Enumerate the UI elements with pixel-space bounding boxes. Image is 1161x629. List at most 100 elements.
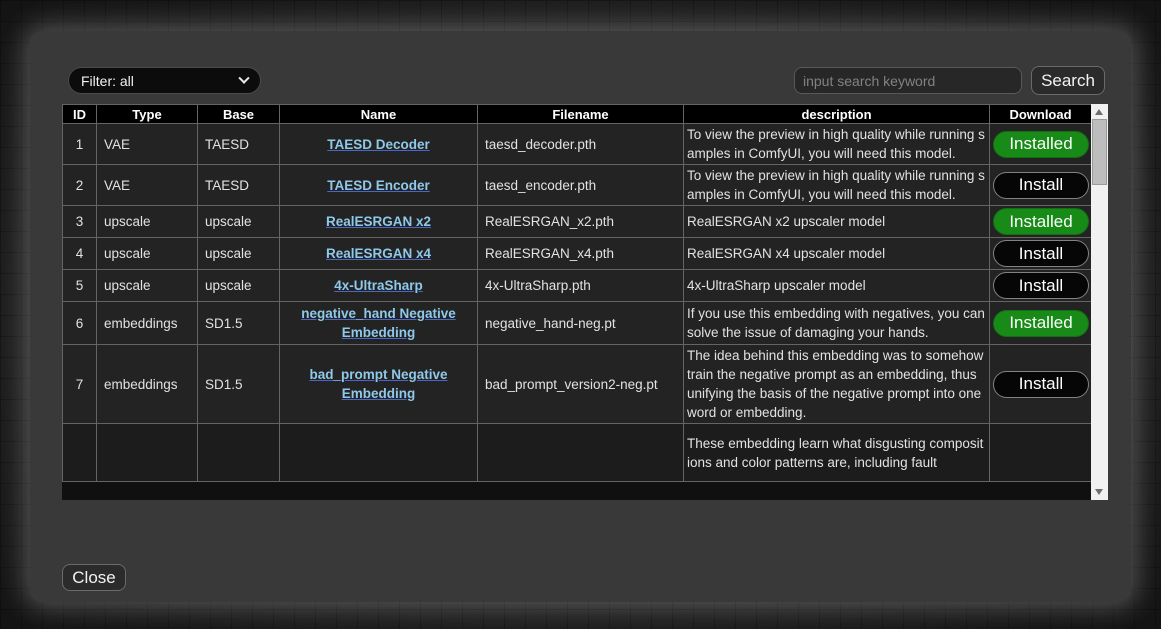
header-description: description [684, 105, 990, 124]
table-row: 4upscaleupscaleRealESRGAN x4RealESRGAN_x… [63, 238, 1092, 270]
cell-description: RealESRGAN x4 upscaler model [684, 238, 990, 270]
table-row: 1VAETAESD TAESD Decoder taesd_decoder.pthT… [63, 124, 1092, 165]
cell-type: upscale [97, 270, 198, 302]
table-row: 3upscaleupscaleRealESRGAN x2RealESRGAN_x… [63, 206, 1092, 238]
cell-name [280, 424, 478, 482]
model-name-link[interactable]: negative_hand Negative Embedding [301, 306, 456, 340]
cell-base: upscale [198, 206, 280, 238]
model-name-link[interactable]: TAESD Decoder [327, 137, 430, 152]
cell-id: 2 [63, 165, 97, 206]
cell-id: 4 [63, 238, 97, 270]
cell-type: upscale [97, 238, 198, 270]
models-table-wrap: ID Type Base Name Filename description D… [62, 104, 1091, 500]
cell-name: RealESRGAN x2 [280, 206, 478, 238]
table-scrollbar[interactable] [1091, 104, 1108, 500]
cell-download: Install [990, 345, 1092, 424]
install-models-dialog: Filter: all Search ID Type Base Name [30, 31, 1131, 602]
header-base: Base [198, 105, 280, 124]
header-id: ID [63, 105, 97, 124]
models-table-body: 1VAETAESDTAESD Decodertaesd_decoder.pthT… [63, 124, 1092, 482]
cell-download: Installed [990, 206, 1092, 238]
cell-filename: taesd_decoder.pth [478, 124, 684, 165]
header-download: Download [990, 105, 1092, 124]
chevron-down-icon [238, 72, 249, 83]
cell-download: Install [990, 238, 1092, 270]
cell-base [198, 424, 280, 482]
installed-button[interactable]: Installed [993, 131, 1089, 158]
cell-description: The idea behind this embedding was to so… [684, 345, 990, 424]
installed-button[interactable]: Installed [993, 208, 1089, 235]
cell-download: Installed [990, 302, 1092, 345]
cell-download [990, 424, 1092, 482]
cell-filename: RealESRGAN_x2.pth [478, 206, 684, 238]
search-button[interactable]: Search [1031, 66, 1105, 95]
models-table: ID Type Base Name Filename description D… [62, 104, 1091, 482]
cell-filename: negative_hand-neg.pt [478, 302, 684, 345]
comfyui-canvas: Filter: all Search ID Type Base Name [0, 0, 1161, 629]
scrollbar-down-icon[interactable] [1095, 489, 1103, 495]
cell-name: negative_hand Negative Embedding [280, 302, 478, 345]
cell-id [63, 424, 97, 482]
cell-id: 7 [63, 345, 97, 424]
cell-description: If you use this embedding with negatives… [684, 302, 990, 345]
cell-base: upscale [198, 238, 280, 270]
cell-id: 3 [63, 206, 97, 238]
cell-base: SD1.5 [198, 345, 280, 424]
scrollbar-thumb[interactable] [1092, 119, 1107, 185]
cell-download: Install [990, 270, 1092, 302]
cell-name: 4x-UltraSharp [280, 270, 478, 302]
cell-description: These embedding learn what disgusting co… [684, 424, 990, 482]
cell-id: 1 [63, 124, 97, 165]
model-name-link[interactable]: RealESRGAN x2 [326, 214, 431, 229]
model-name-link[interactable]: 4x-UltraSharp [334, 278, 423, 293]
table-row: 7embeddingsSD1.5 bad_prompt Negative Embe… [63, 345, 1092, 424]
cell-download: Install [990, 165, 1092, 206]
model-name-link[interactable]: TAESD Encoder [327, 178, 430, 193]
cell-type [97, 424, 198, 482]
cell-description: To view the preview in high quality whil… [684, 165, 990, 206]
table-header-row: ID Type Base Name Filename description D… [63, 105, 1092, 124]
cell-name: TAESD Decoder [280, 124, 478, 165]
cell-name: bad_prompt Negative Embedding [280, 345, 478, 424]
cell-id: 6 [63, 302, 97, 345]
header-type: Type [97, 105, 198, 124]
header-filename: Filename [478, 105, 684, 124]
installed-button[interactable]: Installed [993, 310, 1089, 337]
cell-type: VAE [97, 124, 198, 165]
cell-download: Installed [990, 124, 1092, 165]
cell-base: TAESD [198, 165, 280, 206]
cell-description: 4x-UltraSharp upscaler model [684, 270, 990, 302]
close-button[interactable]: Close [62, 564, 126, 591]
cell-base: TAESD [198, 124, 280, 165]
cell-description: RealESRGAN x2 upscaler model [684, 206, 990, 238]
filter-select-value: Filter: all [81, 73, 134, 89]
cell-type: upscale [97, 206, 198, 238]
cell-type: VAE [97, 165, 198, 206]
table-row: 5upscaleupscale4x-UltraSharp4x-UltraShar… [63, 270, 1092, 302]
table-row: These embedding learn what disgusting co… [63, 424, 1092, 482]
scrollbar-up-icon[interactable] [1095, 109, 1103, 115]
cell-filename: RealESRGAN_x4.pth [478, 238, 684, 270]
install-button[interactable]: Install [993, 240, 1089, 267]
install-button[interactable]: Install [993, 272, 1089, 299]
cell-filename: bad_prompt_version2-neg.pt [478, 345, 684, 424]
search-input[interactable] [794, 67, 1022, 94]
cell-type: embeddings [97, 302, 198, 345]
install-button[interactable]: Install [993, 172, 1089, 199]
filter-select[interactable]: Filter: all [68, 67, 261, 94]
cell-base: SD1.5 [198, 302, 280, 345]
cell-name: TAESD Encoder [280, 165, 478, 206]
cell-type: embeddings [97, 345, 198, 424]
cell-base: upscale [198, 270, 280, 302]
table-row: 2VAETAESD TAESD Encoder taesd_encoder.pthT… [63, 165, 1092, 206]
header-name: Name [280, 105, 478, 124]
model-name-link[interactable]: bad_prompt Negative Embedding [309, 367, 447, 401]
cell-name: RealESRGAN x4 [280, 238, 478, 270]
cell-id: 5 [63, 270, 97, 302]
install-button[interactable]: Install [993, 371, 1089, 398]
cell-filename: taesd_encoder.pth [478, 165, 684, 206]
table-row: 6embeddingsSD1.5 negative_hand Negative E… [63, 302, 1092, 345]
cell-description: To view the preview in high quality whil… [684, 124, 990, 165]
cell-filename: 4x-UltraSharp.pth [478, 270, 684, 302]
model-name-link[interactable]: RealESRGAN x4 [326, 246, 431, 261]
